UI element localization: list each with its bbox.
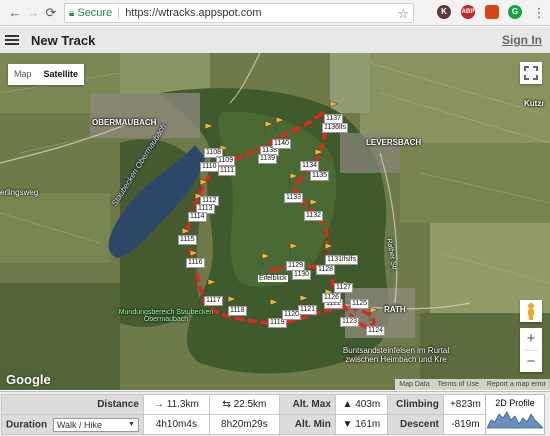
app-header: New Track Sign In [0,27,550,53]
browser-menu-icon[interactable]: ⋮ [530,5,548,21]
zoom-in-button[interactable]: + [520,328,542,350]
place-kutzr: Kutzr [524,99,545,108]
profile-label: 2D Profile [495,398,535,408]
url-text[interactable]: https://wtracks.appspot.com [125,7,261,19]
map-imagery [0,53,550,390]
place-obermaubach: OBERMAUBACH [92,118,157,127]
waypoint-label[interactable]: 1136lfs [322,123,349,133]
waypoint-label[interactable]: 1111 [218,166,237,176]
map-type-satellite-button[interactable]: Satellite [38,64,85,85]
grammarly-extension-icon[interactable]: G [508,5,522,19]
alt-min-value: ▼ 161m [334,414,388,435]
waypoint-label[interactable]: 1127 [334,283,354,293]
waypoint-label[interactable]: 1139 [258,154,278,164]
satellite-map[interactable]: OBERMAUBACH LEVERSBACH RATH Kutzr Staube… [0,53,550,390]
duration-return: 8h20m29s [208,414,280,435]
zoom-out-button[interactable]: − [520,351,542,373]
adblock-extension-icon[interactable]: ABP [461,5,475,19]
report-error-link[interactable]: Report a map error [483,381,550,388]
duration-oneway: 4h10m4s [142,414,210,435]
street-view-pegman[interactable] [520,300,542,322]
omnibox-divider [118,7,120,19]
waypoint-label[interactable]: 1116 [186,258,205,268]
waypoint-label[interactable]: 1125 [350,299,370,309]
waypoint-label[interactable]: 1131lfslfs [325,255,359,265]
terms-link[interactable]: Terms of Use [434,381,483,388]
map-type-map-button[interactable]: Map [8,64,38,85]
activity-value: Walk / Hike [56,419,103,430]
stats-table: Distance → 11.3km ⇆ 22.5km Alt. Max ▲ 40… [1,394,488,435]
waypoint-label[interactable]: 1132 [304,211,324,221]
place-rath: RATH [384,305,406,314]
bookmark-star-icon[interactable]: ☆ [397,6,409,22]
address-bar[interactable]: 🔒︎ Secure https://wtracks.appspot.com ☆ [64,3,414,23]
hamburger-menu-icon[interactable] [5,33,19,47]
climbing-label: Climbing [386,394,444,415]
back-icon[interactable]: ← [6,5,24,20]
place-buntsand: Buntsandsteinfelsen im Rurtal zwischen H… [342,346,450,364]
lock-icon: 🔒︎ [69,7,75,19]
fullscreen-button[interactable] [520,62,542,84]
distance-return: ⇆ 22.5km [208,394,280,415]
zoom-control: + − [520,328,542,372]
waypoint-label[interactable]: 1126 [322,293,342,303]
secure-label: Secure [77,7,113,19]
waypoint-label[interactable]: 1118 [228,306,247,316]
map-type-control: Map Satellite [8,64,85,85]
fullscreen-icon [524,66,538,80]
waypoint-label[interactable]: 1133 [284,193,304,203]
alt-min-label: Alt. Min [278,414,336,435]
duration-label: Duration [6,419,48,431]
page-title: New Track [31,32,96,48]
descent-value: -819m [442,414,488,435]
duration-cell: Duration Walk / Hike ▼ [1,414,144,435]
pegman-icon [528,303,534,320]
map-attribution: Map Data Terms of Use Report a map error [395,379,550,390]
map-data-link[interactable]: Map Data [395,381,433,388]
chevron-down-icon: ▼ [127,420,135,428]
waypoint-label[interactable]: 1114 [188,212,207,222]
waypoint-label[interactable]: 1128 [316,265,336,275]
place-leversbach: LEVERSBACH [366,138,422,147]
google-logo: Google [6,372,51,387]
waypoint-label[interactable]: 1115 [178,235,197,245]
waypoint-label[interactable]: 1124 [366,326,386,336]
waypoint-label[interactable]: 1140 [272,139,292,149]
place-lingsweg: erlingsweg [0,188,39,197]
sign-in-link[interactable]: Sign In [502,33,542,47]
waypoint-label[interactable]: 1137 [324,114,344,124]
waypoint-label[interactable]: 1134 [300,161,320,171]
browser-toolbar: ← → ⟳ 🔒︎ Secure https://wtracks.appspot.… [0,0,550,26]
waypoint-label[interactable]: 1123 [340,317,360,327]
activity-select[interactable]: Walk / Hike ▼ [52,417,139,432]
k-extension-icon[interactable]: K [437,5,451,19]
waypoint-label[interactable]: 1130 [292,270,312,280]
waypoint-label[interactable]: 1109 [216,156,236,166]
reload-icon[interactable]: ⟳ [42,5,60,21]
elevation-profile-icon [486,411,544,429]
waypoint-label[interactable]: 1110 [200,162,219,172]
waypoint-label[interactable]: 1117 [204,296,223,306]
waypoint-label[interactable]: 1135 [310,171,330,181]
elevation-profile-button[interactable]: 2D Profile [485,394,545,435]
alt-max-label: Alt. Max [278,394,336,415]
place-reserve: Mundungsbereich Staubecken Obermaubach [118,309,214,323]
red-extension-icon[interactable] [485,5,499,19]
track-stats-panel: Distance → 11.3km ⇆ 22.5km Alt. Max ▲ 40… [0,391,550,436]
place-eifelblick: Eifelblick [258,275,288,282]
alt-max-value: ▲ 403m [334,394,388,415]
climbing-value: +823m [442,394,488,415]
waypoint-label[interactable]: 1121 [298,305,318,315]
descent-label: Descent [386,414,444,435]
forward-icon[interactable]: → [24,5,42,20]
distance-label: Distance [1,394,144,415]
distance-oneway: → 11.3km [142,394,210,415]
